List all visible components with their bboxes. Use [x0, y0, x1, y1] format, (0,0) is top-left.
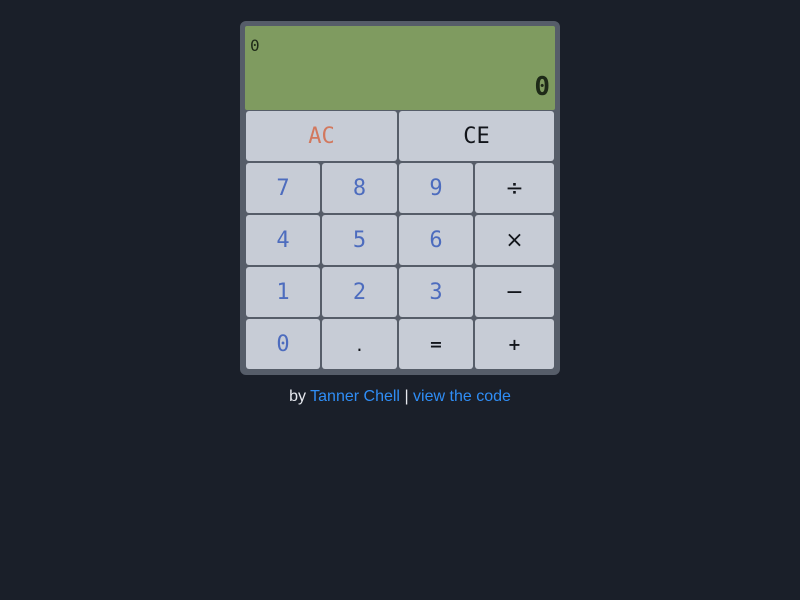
- add-button[interactable]: +: [475, 319, 554, 369]
- calculator-display: 0 0: [245, 26, 555, 110]
- digit-0-button[interactable]: 0: [246, 319, 320, 369]
- digit-5-button[interactable]: 5: [322, 215, 397, 265]
- multiply-button[interactable]: ×: [475, 215, 554, 265]
- display-current-value: 0: [534, 72, 550, 102]
- all-clear-button[interactable]: AC: [246, 111, 397, 161]
- credit-by-text: by: [289, 388, 306, 405]
- view-code-link[interactable]: view the code: [413, 388, 511, 405]
- credit-separator: |: [404, 388, 409, 405]
- digit-8-button[interactable]: 8: [322, 163, 397, 213]
- digit-9-button[interactable]: 9: [399, 163, 473, 213]
- digit-1-button[interactable]: 1: [246, 267, 320, 317]
- digit-7-button[interactable]: 7: [246, 163, 320, 213]
- decimal-button[interactable]: .: [322, 319, 397, 369]
- digit-2-button[interactable]: 2: [322, 267, 397, 317]
- credit-line: by Tanner Chell | view the code: [0, 387, 800, 407]
- equals-button[interactable]: =: [399, 319, 473, 369]
- calculator: 0 0 AC CE 7 8 9 ÷ 4 5 6 × 1 2 3 − 0 . = …: [240, 21, 560, 375]
- author-link[interactable]: Tanner Chell: [310, 388, 400, 405]
- subtract-button[interactable]: −: [475, 267, 554, 317]
- display-history: 0: [250, 36, 260, 55]
- digit-6-button[interactable]: 6: [399, 215, 473, 265]
- digit-4-button[interactable]: 4: [246, 215, 320, 265]
- divide-button[interactable]: ÷: [475, 163, 554, 213]
- digit-3-button[interactable]: 3: [399, 267, 473, 317]
- clear-entry-button[interactable]: CE: [399, 111, 554, 161]
